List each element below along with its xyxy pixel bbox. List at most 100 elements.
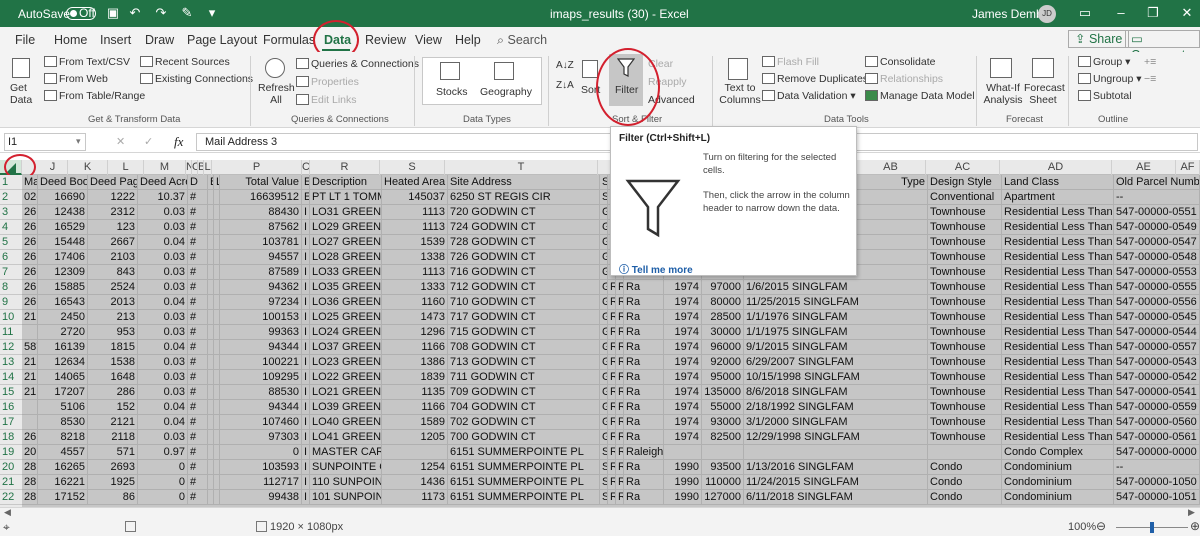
table-cell[interactable]: 21 — [22, 355, 38, 370]
table-cell[interactable]: 100153 — [220, 310, 302, 325]
table-cell[interactable]: 30000 — [702, 325, 744, 340]
table-cell[interactable]: LO28 GREENBI — [310, 250, 382, 265]
table-cell[interactable]: 711 GODWIN CT — [448, 370, 600, 385]
tab-formulas[interactable]: Formulas — [263, 33, 315, 47]
table-cell[interactable]: # — [188, 400, 208, 415]
row-header[interactable]: 11 — [0, 325, 22, 340]
table-cell[interactable]: 10/15/1998 SINGLFAM — [744, 370, 928, 385]
table-cell[interactable]: 97000 — [702, 280, 744, 295]
table-cell[interactable]: 728 GODWIN CT — [448, 235, 600, 250]
table-cell[interactable]: 1539 — [382, 235, 448, 250]
table-cell[interactable]: 16543 — [38, 295, 88, 310]
table-cell[interactable]: Ra — [624, 415, 664, 430]
table-cell[interactable]: 94344 — [220, 400, 302, 415]
table-cell[interactable]: 547-00000-1050 — [1114, 475, 1200, 490]
table-cell[interactable]: 6151 SUMMERPOINTE PL — [448, 445, 600, 460]
row-header[interactable]: 8 — [0, 280, 22, 295]
table-cell[interactable]: 720 GODWIN CT — [448, 205, 600, 220]
table-cell[interactable]: 2312 — [88, 205, 138, 220]
table-cell[interactable]: S — [600, 190, 608, 205]
table-cell[interactable]: 110000 — [702, 475, 744, 490]
table-cell[interactable]: Apartment — [1002, 190, 1114, 205]
table-cell[interactable]: R — [608, 445, 616, 460]
column-title-cell[interactable]: Site Address — [448, 175, 600, 190]
table-cell[interactable]: I — [302, 325, 310, 340]
table-cell[interactable]: Townhouse — [928, 370, 1002, 385]
table-cell[interactable]: 1166 — [382, 400, 448, 415]
table-cell[interactable]: I — [302, 385, 310, 400]
table-cell[interactable]: 109295 — [220, 370, 302, 385]
table-cell[interactable]: Ra — [624, 295, 664, 310]
table-cell[interactable]: R — [616, 370, 624, 385]
row-header[interactable]: 6 — [0, 250, 22, 265]
table-cell[interactable]: 8/6/2018 SINGLFAM — [744, 385, 928, 400]
table-cell[interactable]: 547-00000-0560 — [1114, 415, 1200, 430]
table-cell[interactable]: 127000 — [702, 490, 744, 505]
queries-connections-button[interactable]: Queries & Connections — [296, 58, 419, 70]
table-cell[interactable]: Condominium — [1002, 490, 1114, 505]
table-cell[interactable]: # — [188, 445, 208, 460]
table-cell[interactable]: I — [302, 400, 310, 415]
scroll-right-icon[interactable]: ▶ — [1188, 507, 1195, 518]
table-cell[interactable]: R — [616, 310, 624, 325]
table-cell[interactable] — [664, 445, 702, 460]
table-cell[interactable]: 28500 — [702, 310, 744, 325]
table-cell[interactable]: 0.97 — [138, 445, 188, 460]
table-cell[interactable]: 571 — [88, 445, 138, 460]
table-cell[interactable]: 16265 — [38, 460, 88, 475]
table-cell[interactable]: 547-00000-0545 — [1114, 310, 1200, 325]
table-cell[interactable]: I — [302, 235, 310, 250]
table-cell[interactable]: 16690 — [38, 190, 88, 205]
row-header[interactable]: 13 — [0, 355, 22, 370]
table-cell[interactable]: 547-00000-0548 — [1114, 250, 1200, 265]
tab-help[interactable]: Help — [455, 33, 481, 47]
table-cell[interactable]: R — [616, 415, 624, 430]
row-header[interactable]: 14 — [0, 370, 22, 385]
table-cell[interactable]: Ra — [624, 325, 664, 340]
from-web-button[interactable]: From Web — [44, 73, 108, 85]
table-cell[interactable]: 953 — [88, 325, 138, 340]
zoom-out-icon[interactable]: ⊖ — [1096, 519, 1106, 533]
table-cell[interactable]: 1815 — [88, 340, 138, 355]
table-cell[interactable]: 1974 — [664, 370, 702, 385]
table-cell[interactable]: R — [608, 475, 616, 490]
table-cell[interactable]: 0.03 — [138, 310, 188, 325]
table-cell[interactable]: Condominium — [1002, 460, 1114, 475]
table-cell[interactable]: 0 — [138, 475, 188, 490]
table-cell[interactable]: Townhouse — [928, 340, 1002, 355]
table-cell[interactable]: 8530 — [38, 415, 88, 430]
table-cell[interactable]: 93000 — [702, 415, 744, 430]
table-cell[interactable]: 0.03 — [138, 355, 188, 370]
column-header[interactable]: M — [144, 160, 186, 175]
undo-icon[interactable]: ↶ — [128, 6, 142, 20]
table-cell[interactable]: 1974 — [664, 430, 702, 445]
table-cell[interactable]: # — [188, 430, 208, 445]
table-cell[interactable]: 17207 — [38, 385, 88, 400]
table-cell[interactable]: 26 — [22, 235, 38, 250]
table-cell[interactable]: 12/29/1998 SINGLFAM — [744, 430, 928, 445]
table-cell[interactable]: 1839 — [382, 370, 448, 385]
table-cell[interactable]: 0.04 — [138, 235, 188, 250]
table-cell[interactable]: S — [600, 490, 608, 505]
table-cell[interactable]: 6/11/2018 SINGLFAM — [744, 490, 928, 505]
table-cell[interactable]: 1990 — [664, 475, 702, 490]
refresh-all-button[interactable]: Refresh All — [258, 82, 295, 106]
table-cell[interactable]: 715 GODWIN CT — [448, 325, 600, 340]
table-cell[interactable]: 15885 — [38, 280, 88, 295]
table-cell[interactable]: 12438 — [38, 205, 88, 220]
table-cell[interactable]: 0.04 — [138, 295, 188, 310]
table-cell[interactable]: R — [616, 385, 624, 400]
table-cell[interactable]: 2693 — [88, 460, 138, 475]
table-cell[interactable]: 02- — [22, 190, 38, 205]
table-cell[interactable]: # — [188, 340, 208, 355]
table-cell[interactable]: 2103 — [88, 250, 138, 265]
table-cell[interactable]: Residential Less Than 10 — [1002, 205, 1114, 220]
table-cell[interactable]: 16529 — [38, 220, 88, 235]
table-cell[interactable]: 87589 — [220, 265, 302, 280]
table-cell[interactable]: 547-00000-0000 — [1114, 445, 1200, 460]
table-cell[interactable]: 94362 — [220, 280, 302, 295]
table-cell[interactable]: 1974 — [664, 295, 702, 310]
table-cell[interactable]: S — [600, 445, 608, 460]
table-cell[interactable] — [702, 445, 744, 460]
table-cell[interactable]: Residential Less Than 10 — [1002, 340, 1114, 355]
